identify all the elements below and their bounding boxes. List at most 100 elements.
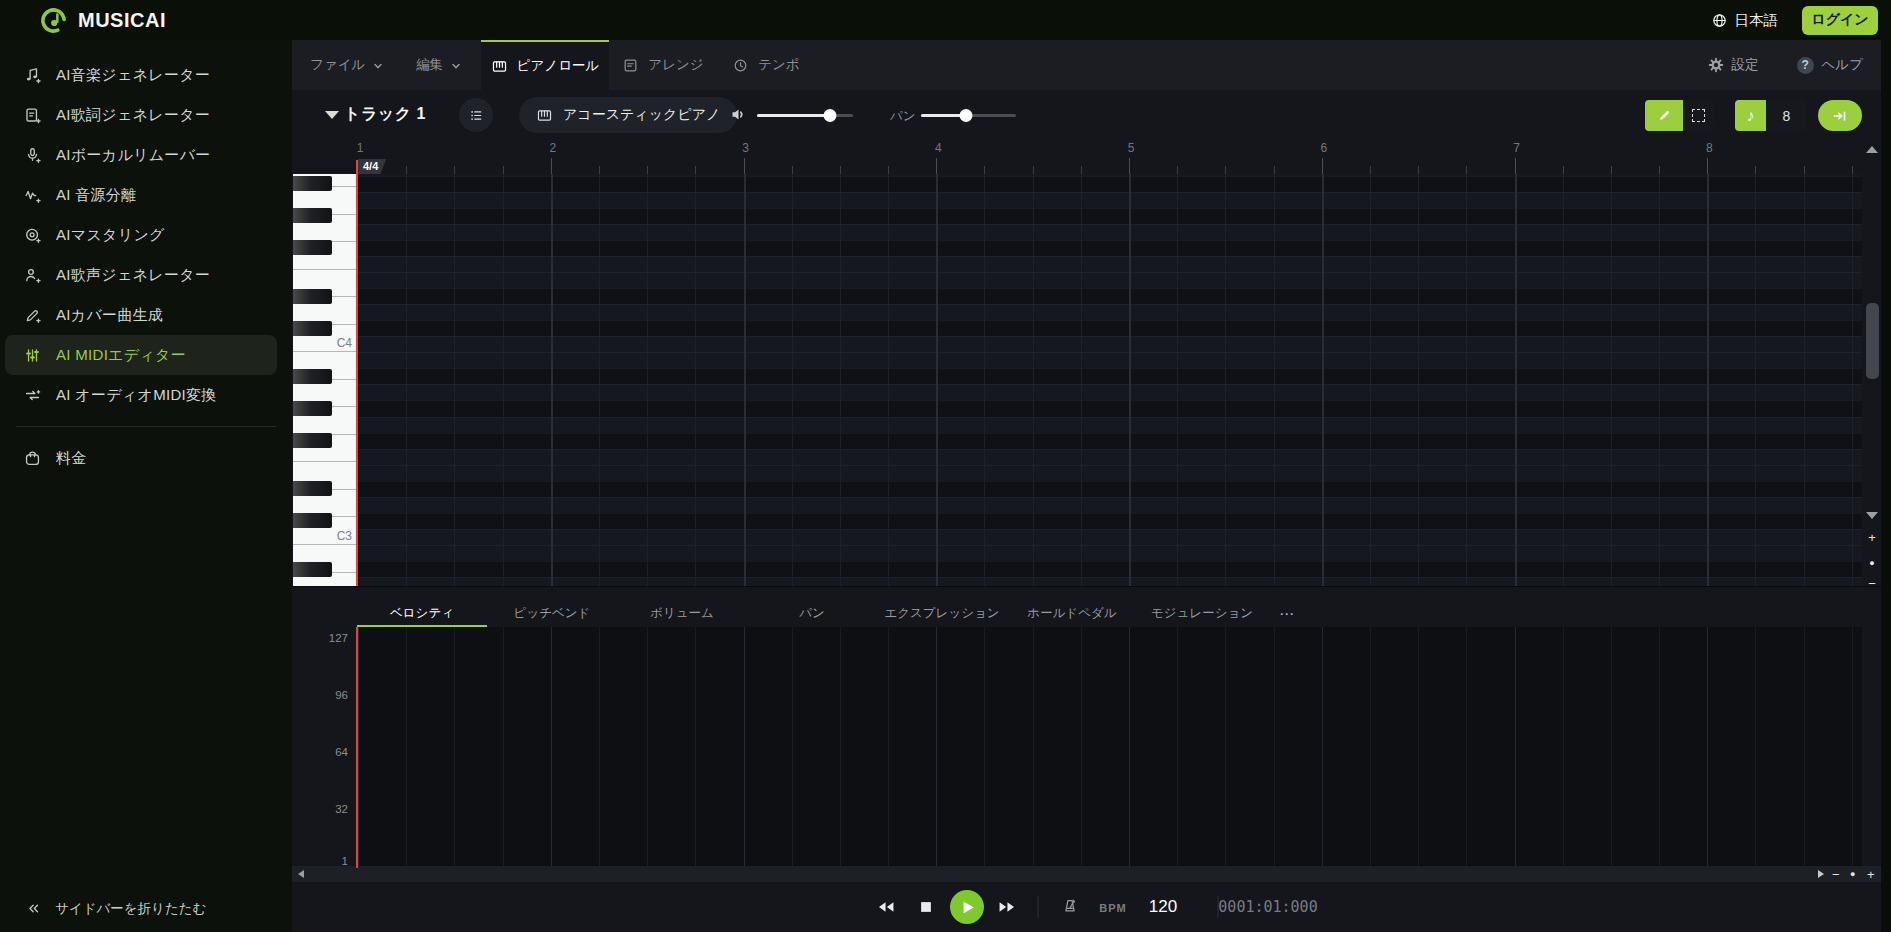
draw-tool-button[interactable] (1645, 100, 1683, 131)
piano-keyboard[interactable]: C4C3 (293, 174, 358, 586)
tab-2[interactable]: テンポ (727, 40, 805, 90)
automation-more-tab[interactable]: ⋯ (1267, 600, 1307, 627)
sidebar-item-3[interactable]: AI 音源分離 (5, 175, 277, 215)
black-key-As4[interactable] (293, 176, 332, 191)
ruler-beat-tick (888, 166, 889, 174)
track-list-button[interactable] (459, 98, 493, 132)
vertical-scrollbar-thumb[interactable] (1866, 303, 1879, 379)
zoom-out-button[interactable]: − (1864, 577, 1880, 590)
ruler-beat-tick (1225, 166, 1226, 174)
h-zoom-reset-button[interactable]: ● (1850, 869, 1855, 879)
h-zoom-out-button[interactable]: − (1832, 867, 1840, 882)
black-key-Cs4[interactable] (293, 321, 332, 336)
ruler-beat-tick (695, 166, 696, 174)
automation-tab-4[interactable]: エクスプレッション (877, 600, 1007, 627)
black-key-Gs3[interactable] (293, 401, 332, 416)
wallet-icon (22, 448, 42, 468)
black-key-As3[interactable] (293, 369, 332, 384)
track-expand-arrow-icon[interactable] (325, 111, 339, 119)
scroll-down-arrow[interactable] (1866, 512, 1878, 519)
black-key-Fs4[interactable] (293, 240, 332, 255)
sidebar-item-6[interactable]: AIカバー曲生成 (5, 295, 277, 335)
grid-bar-line (1707, 174, 1709, 586)
file-menu[interactable]: ファイル (310, 40, 382, 90)
volume-slider[interactable] (757, 108, 853, 122)
black-key-As2[interactable] (293, 562, 332, 577)
metronome-button[interactable] (1061, 898, 1079, 916)
zoom-reset-button[interactable]: ● (1864, 557, 1880, 570)
sidebar-item-5[interactable]: AI歌声ジェネレーター (5, 255, 277, 295)
fast-forward-button[interactable] (997, 900, 1018, 915)
sidebar-item-8[interactable]: AI オーディオMIDI変換 (5, 375, 277, 415)
note-grid[interactable] (358, 174, 1862, 586)
piano-icon (491, 58, 508, 75)
help-label: ヘルプ (1822, 56, 1863, 74)
grid-row-F3 (358, 449, 1862, 465)
grid-row-C3 (358, 529, 1862, 545)
grid-beat-line (1804, 174, 1805, 586)
tab-0[interactable]: ピアノロール (481, 40, 609, 90)
go-to-end-button[interactable] (1818, 100, 1862, 131)
scroll-right-arrow[interactable] (1818, 870, 1824, 878)
automation-tab-6[interactable]: モジュレーション (1137, 600, 1267, 627)
sidebar-item-1[interactable]: AI歌詞ジェネレーター (5, 95, 277, 135)
grid-beat-line (1611, 174, 1612, 586)
instrument-selector[interactable]: アコースティックピアノ (519, 97, 737, 133)
grid-row-C4 (358, 336, 1862, 352)
grid-row-G4 (358, 224, 1862, 240)
grid-beat-line (695, 174, 696, 586)
automation-tab-3[interactable]: パン (747, 600, 877, 627)
sidebar-item-4[interactable]: AIマスタリング (5, 215, 277, 255)
pencil-icon (1656, 107, 1673, 124)
help-button[interactable]: ? ヘルプ (1797, 56, 1863, 74)
sidebar-item-2[interactable]: AIボーカルリムーバー (5, 135, 277, 175)
grid-row-F4 (358, 256, 1862, 272)
automation-tab-1[interactable]: ピッチベンド (487, 600, 617, 627)
tempo-clock-icon (732, 57, 749, 74)
black-key-Fs3[interactable] (293, 433, 332, 448)
black-key-Gs4[interactable] (293, 208, 332, 223)
waveform-plus-icon (22, 185, 42, 205)
quantize-value[interactable]: 8 (1766, 100, 1807, 131)
grid-beat-line (1177, 174, 1178, 586)
automation-tab-5[interactable]: ホールドペダル (1007, 600, 1137, 627)
sidebar-item-label: AI歌声ジェネレーター (56, 266, 210, 285)
tab-1[interactable]: アレンジ (616, 40, 710, 90)
sidebar-item-7[interactable]: AI MIDIエディター (5, 335, 277, 375)
quantize-note-button[interactable]: ♪ (1735, 100, 1766, 131)
grid-bar-line (936, 174, 938, 586)
settings-label: 設定 (1732, 56, 1759, 74)
track-name[interactable]: トラック 1 (344, 104, 426, 125)
horizontal-scrollbar[interactable]: − ● + (292, 866, 1881, 882)
sidebar-item-pricing[interactable]: 料金 (5, 438, 277, 478)
sidebar-item-0[interactable]: AI音楽ジェネレーター (5, 55, 277, 95)
ruler-beat-tick (599, 166, 600, 174)
h-zoom-in-button[interactable]: + (1867, 867, 1875, 882)
time-signature-badge[interactable]: 4/4 (358, 159, 386, 174)
automation-tab-2[interactable]: ボリューム (617, 600, 747, 627)
microphone-plus-icon (22, 145, 42, 165)
bpm-value[interactable]: 120 (1149, 897, 1177, 917)
select-tool-button[interactable] (1683, 100, 1713, 131)
sidebar: AI音楽ジェネレーターAI歌詞ジェネレーターAIボーカルリムーバーAI 音源分離… (0, 40, 292, 932)
play-button[interactable] (950, 890, 984, 924)
velocity-panel[interactable] (357, 627, 1862, 868)
pan-slider[interactable] (921, 108, 1016, 122)
collapse-sidebar-button[interactable]: サイドバーを折りたたむ (24, 899, 206, 918)
login-button[interactable]: ログイン (1802, 6, 1878, 35)
language-selector[interactable]: 日本語 (1711, 11, 1779, 30)
scroll-left-arrow[interactable] (298, 870, 304, 878)
black-key-Ds3[interactable] (293, 481, 332, 496)
sidebar-item-label: AI MIDIエディター (56, 346, 186, 365)
settings-button[interactable]: 設定 (1708, 56, 1759, 74)
rewind-button[interactable] (876, 900, 897, 915)
black-key-Cs3[interactable] (293, 513, 332, 528)
playhead[interactable] (356, 160, 358, 586)
stop-button[interactable] (920, 901, 933, 914)
logo[interactable]: MUSICAI (40, 7, 166, 34)
zoom-in-button[interactable]: + (1864, 531, 1880, 544)
scroll-up-arrow[interactable] (1866, 146, 1878, 153)
automation-tab-0[interactable]: ベロシティ (357, 600, 487, 627)
black-key-Ds4[interactable] (293, 289, 332, 304)
edit-menu[interactable]: 編集 (416, 40, 460, 90)
